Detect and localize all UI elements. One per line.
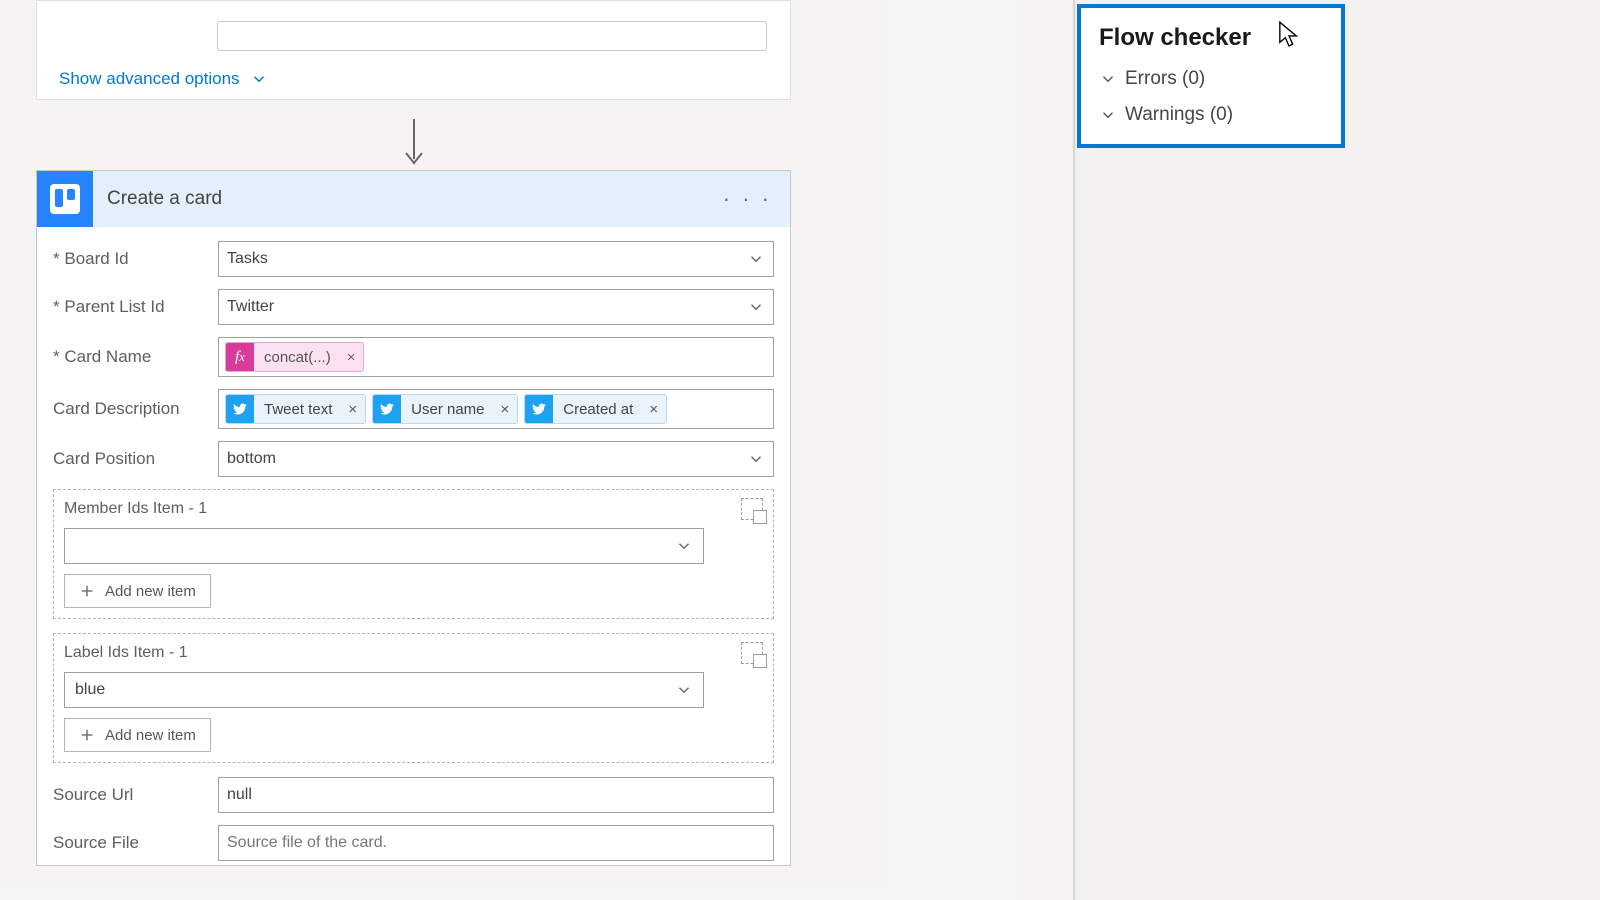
token-remove[interactable]: ×	[493, 401, 518, 418]
board-id-label: * Board Id	[53, 249, 218, 269]
field-row-card-name: * Card Name fx concat(...) ×	[53, 337, 774, 377]
label-ids-group: Label Ids Item - 1 blue Add new item	[53, 633, 774, 763]
twitter-icon	[226, 395, 254, 423]
parent-list-value: Twitter	[227, 298, 274, 316]
card-name-input[interactable]: fx concat(...) ×	[218, 337, 774, 377]
parent-list-label: * Parent List Id	[53, 297, 218, 317]
show-advanced-options-toggle[interactable]: Show advanced options	[37, 61, 790, 89]
card-description-input[interactable]: Tweet text × User name × Created at ×	[218, 389, 774, 429]
parent-list-select[interactable]: Twitter	[218, 289, 774, 325]
token-label: Tweet text	[254, 401, 340, 418]
token-label: Created at	[553, 401, 641, 418]
chevron-down-icon	[1099, 106, 1117, 124]
chevron-down-icon	[1099, 70, 1117, 88]
card-name-label: * Card Name	[53, 347, 218, 367]
field-row-source-url: Source Url null	[53, 777, 774, 813]
token-created-at[interactable]: Created at ×	[524, 394, 667, 424]
flow-checker-title: Flow checker	[1099, 24, 1323, 52]
token-label: User name	[401, 401, 492, 418]
connector-arrow	[36, 111, 791, 171]
label-ids-value: blue	[75, 681, 105, 699]
step-more-menu[interactable]: · · ·	[705, 186, 790, 212]
add-member-item-button[interactable]: Add new item	[64, 574, 211, 608]
arrow-down-icon	[402, 119, 426, 171]
label-ids-header: Label Ids Item - 1	[64, 642, 763, 664]
flow-canvas: Show advanced options Create a card · · …	[0, 0, 1075, 900]
board-id-select[interactable]: Tasks	[218, 241, 774, 277]
member-ids-select[interactable]	[64, 528, 704, 564]
card-description-label: Card Description	[53, 399, 218, 419]
member-ids-header: Member Ids Item - 1	[64, 498, 763, 520]
previous-step-card: Show advanced options	[36, 0, 791, 100]
field-row-board-id: * Board Id Tasks	[53, 241, 774, 277]
chevron-down-icon	[747, 298, 765, 316]
fx-token-label: concat(...)	[254, 349, 339, 366]
fx-token-remove[interactable]: ×	[339, 349, 364, 366]
show-advanced-options-label: Show advanced options	[59, 69, 240, 89]
chevron-down-icon	[250, 70, 268, 88]
card-position-select[interactable]: bottom	[218, 441, 774, 477]
fx-expression-token[interactable]: fx concat(...) ×	[225, 342, 364, 372]
source-file-input[interactable]: Source file of the card.	[218, 825, 774, 861]
member-ids-group: Member Ids Item - 1 Add new item	[53, 489, 774, 619]
board-id-value: Tasks	[227, 250, 268, 268]
trello-icon	[50, 184, 80, 214]
chevron-down-icon	[675, 681, 693, 699]
label-ids-select[interactable]: blue	[64, 672, 704, 708]
plus-icon	[79, 727, 95, 743]
field-row-card-position: Card Position bottom	[53, 441, 774, 477]
field-row-card-description: Card Description Tweet text × User name …	[53, 389, 774, 429]
add-label-item-button[interactable]: Add new item	[64, 718, 211, 752]
switch-mode-icon[interactable]	[741, 642, 763, 664]
field-row-source-file: Source File Source file of the card.	[53, 825, 774, 861]
add-member-item-label: Add new item	[105, 583, 196, 600]
switch-mode-icon[interactable]	[741, 498, 763, 520]
step-body: * Board Id Tasks * Parent List Id Twitte…	[37, 227, 790, 865]
chevron-down-icon	[675, 537, 693, 555]
token-remove[interactable]: ×	[340, 401, 365, 418]
flow-checker-panel: Flow checker Errors (0) Warnings (0)	[1077, 4, 1345, 148]
chevron-down-icon	[747, 450, 765, 468]
flow-checker-errors-label: Errors (0)	[1125, 68, 1205, 90]
twitter-icon	[373, 395, 401, 423]
step-header[interactable]: Create a card · · ·	[37, 171, 790, 227]
source-file-label: Source File	[53, 833, 218, 853]
card-position-value: bottom	[227, 450, 276, 468]
field-row-parent-list: * Parent List Id Twitter	[53, 289, 774, 325]
previous-step-input[interactable]	[217, 21, 767, 51]
plus-icon	[79, 583, 95, 599]
source-file-placeholder: Source file of the card.	[227, 834, 387, 852]
source-url-input[interactable]: null	[218, 777, 774, 813]
source-url-label: Source Url	[53, 785, 218, 805]
token-user-name[interactable]: User name ×	[372, 394, 518, 424]
trello-connector-icon	[37, 171, 93, 227]
flow-checker-warnings-label: Warnings (0)	[1125, 104, 1233, 126]
flow-checker-errors-row[interactable]: Errors (0)	[1099, 68, 1323, 90]
source-url-value: null	[227, 786, 252, 804]
flow-checker-warnings-row[interactable]: Warnings (0)	[1099, 104, 1323, 126]
add-label-item-label: Add new item	[105, 727, 196, 744]
step-title: Create a card	[107, 188, 705, 210]
chevron-down-icon	[747, 250, 765, 268]
right-panel-divider	[1073, 0, 1075, 900]
token-tweet-text[interactable]: Tweet text ×	[225, 394, 366, 424]
label-ids-title: Label Ids Item - 1	[64, 644, 188, 662]
twitter-icon	[525, 395, 553, 423]
fx-icon: fx	[226, 343, 254, 371]
create-card-step: Create a card · · · * Board Id Tasks * P…	[36, 170, 791, 866]
member-ids-title: Member Ids Item - 1	[64, 500, 207, 518]
token-remove[interactable]: ×	[641, 401, 666, 418]
card-position-label: Card Position	[53, 449, 218, 469]
